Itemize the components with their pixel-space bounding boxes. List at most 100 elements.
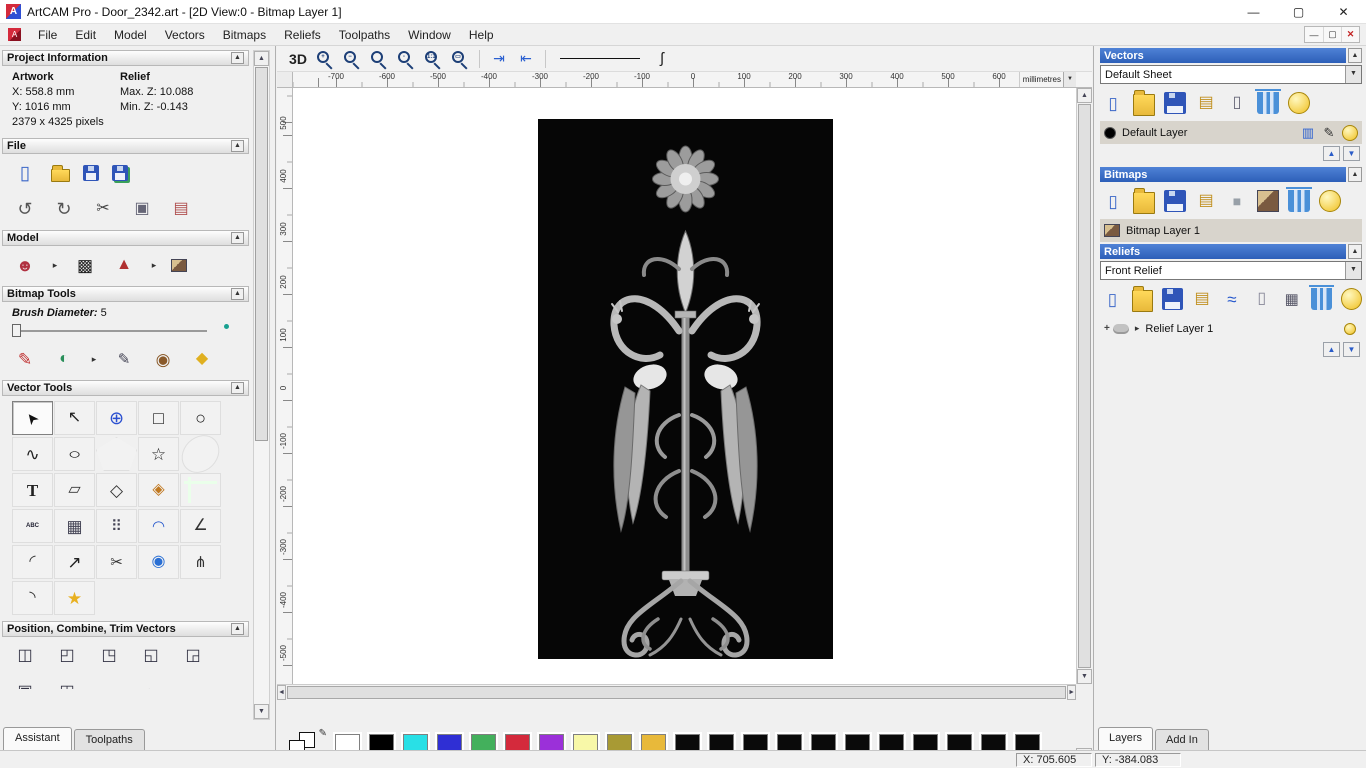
align-right-icon[interactable]: ◲ [180, 643, 206, 669]
star-wizard-tool[interactable]: ★ [54, 581, 95, 615]
blank-sheet-icon[interactable]: ▯ [1251, 288, 1272, 310]
sheet-stack-icon[interactable]: ▤ [1195, 92, 1217, 114]
sheet-dropdown[interactable]: Default Sheet ▼ [1100, 65, 1362, 84]
bitmap-stack-icon[interactable]: ▤ [1195, 190, 1217, 212]
delete-sheet-icon[interactable] [1255, 89, 1281, 114]
position-collapse-button[interactable]: ▲ [231, 623, 244, 635]
zoom-in-button[interactable]: + [314, 49, 336, 70]
scroll-right-button[interactable]: ► [1067, 685, 1076, 700]
bitmap-layer-row[interactable]: Bitmap Layer 1 [1100, 219, 1362, 242]
offset-vector-tool[interactable]: ◈ [138, 473, 179, 507]
scrollbar-thumb[interactable] [255, 67, 268, 442]
relief-wizard-icon[interactable]: ☻ [12, 252, 38, 278]
flood-fill-icon[interactable]: ◆ [189, 346, 215, 372]
paint-brush-icon[interactable]: ✎ [12, 346, 38, 372]
create-rectangle-tool[interactable]: □ [138, 401, 179, 435]
mdi-restore-button[interactable]: ▢ [1323, 27, 1341, 42]
reliefs-collapse-button[interactable]: ▲ [1348, 244, 1362, 259]
edit-layer-icon[interactable]: ✎ [1321, 125, 1337, 141]
delete-relief-icon[interactable] [1309, 285, 1334, 310]
grey-swatch-icon[interactable]: ■ [1226, 190, 1248, 212]
tab-assistant[interactable]: Assistant [3, 727, 72, 750]
dot-spacing-icon[interactable]: ∷ [96, 679, 122, 689]
block-paste-tool[interactable] [180, 473, 221, 507]
create-diamond-tool[interactable]: ◇ [96, 473, 137, 507]
copy-sheet-icon[interactable]: ▯ [1226, 92, 1248, 114]
align-left-icon[interactable]: ◰ [54, 643, 80, 669]
redo-icon[interactable]: ↻ [51, 196, 77, 222]
edit-colour-icon[interactable]: ✎ [319, 728, 327, 739]
line-width-preview[interactable] [560, 58, 640, 59]
scroll-up-button[interactable]: ▲ [254, 51, 269, 66]
create-ellipse-tool[interactable]: ○ [54, 437, 95, 471]
horizontal-scrollbar[interactable]: ◄ ► [277, 684, 1076, 700]
zoom-objects-button[interactable]: ⇥ [488, 49, 510, 69]
save-bitmap-icon[interactable] [1164, 190, 1186, 212]
undo-icon[interactable]: ↺ [12, 196, 38, 222]
zoom-box-button[interactable]: ▫ [395, 49, 417, 70]
paint-selective-icon[interactable]: ◐ [51, 346, 77, 372]
zoom-1to1-button[interactable]: 1:1 [422, 49, 444, 70]
zoom-out-button[interactable]: − [341, 49, 363, 70]
expander-icon[interactable]: ▸ [1135, 323, 1140, 334]
align-centers-icon[interactable]: ▣ [12, 679, 38, 690]
measure-tool[interactable]: ∠ [180, 509, 221, 543]
copy-icon[interactable]: ▣ [129, 196, 155, 222]
create-polygon-tool[interactable] [96, 437, 137, 471]
lighthouse-icon[interactable]: ▲ [111, 252, 137, 278]
vectors-collapse-button[interactable]: ▲ [1348, 48, 1362, 63]
relief-visibility-icon[interactable] [1340, 288, 1362, 310]
grid-tool[interactable]: ▦ [54, 509, 95, 543]
cut-icon[interactable]: ✂ [90, 196, 116, 222]
new-relief-layer-icon[interactable]: ▯ [1102, 288, 1123, 310]
zoom-limits-button[interactable]: ⇤ [515, 49, 537, 69]
open-bitmap-icon[interactable] [1133, 188, 1155, 214]
new-model-icon[interactable]: ▯ [12, 160, 38, 186]
units-dropdown-arrow-icon[interactable]: ▼ [1063, 72, 1076, 87]
save-model-icon[interactable] [83, 165, 99, 181]
center-in-page-icon[interactable]: ◫ [12, 643, 38, 669]
zoom-tool-button[interactable] [368, 49, 390, 70]
colour-palette-icon[interactable]: ◉ [150, 346, 176, 372]
save-copy-icon[interactable] [112, 165, 128, 181]
menu-toolpaths[interactable]: Toolpaths [330, 26, 399, 44]
left-panel-scrollbar[interactable]: ▲ ▼ [253, 50, 270, 720]
new-bitmap-layer-icon[interactable]: ▯ [1102, 190, 1124, 212]
open-relief-icon[interactable] [1131, 286, 1153, 312]
greyscale-view-icon[interactable]: ▩ [72, 252, 98, 278]
space-evenly-icon[interactable]: ◫ [54, 679, 80, 690]
save-sheet-icon[interactable] [1164, 92, 1186, 114]
tab-toolpaths[interactable]: Toolpaths [73, 729, 145, 750]
create-circle-tool[interactable]: ○ [180, 401, 221, 435]
create-star-tool[interactable]: ☆ [138, 437, 179, 471]
image-layer-icon[interactable] [1257, 190, 1279, 212]
menu-window[interactable]: Window [399, 26, 460, 44]
create-sphere-tool[interactable]: ◉ [138, 545, 179, 579]
select-vectors-tool[interactable]: ➤ [12, 401, 53, 435]
menu-bitmaps[interactable]: Bitmaps [214, 26, 275, 44]
bitmap-visibility-icon[interactable] [1319, 190, 1341, 212]
menu-vectors[interactable]: Vectors [156, 26, 214, 44]
arc-through-points-tool[interactable]: ◜ [12, 545, 53, 579]
scrollbar-thumb[interactable] [1078, 104, 1091, 668]
menu-reliefs[interactable]: Reliefs [275, 26, 330, 44]
scroll-down-button[interactable]: ▼ [1077, 669, 1092, 684]
project-info-collapse-button[interactable]: ▲ [231, 52, 244, 64]
scroll-left-button[interactable]: ◄ [277, 685, 286, 700]
nest-vectors-icon[interactable]: Nes [180, 679, 206, 690]
bitmaps-collapse-button[interactable]: ▲ [1348, 167, 1362, 182]
relief-dropdown[interactable]: Front Relief ▼ [1100, 261, 1362, 280]
nesting-dots-tool[interactable]: ⠿ [96, 509, 137, 543]
units-dropdown[interactable]: millimetres ▼ [1018, 72, 1076, 87]
layer-visibility-icon[interactable] [1342, 124, 1358, 141]
brush-diameter-slider[interactable] [10, 322, 237, 338]
delete-bitmap-icon[interactable] [1286, 187, 1312, 212]
relief-layer-row[interactable]: + ▸ Relief Layer 1 [1100, 317, 1362, 340]
vertical-scrollbar[interactable]: ▲ ▼ [1076, 88, 1092, 684]
create-text-tool[interactable]: T [12, 473, 53, 507]
file-collapse-button[interactable]: ▲ [231, 140, 244, 152]
zoom-fit-button[interactable]: ▭ [449, 49, 471, 70]
restore-button[interactable]: ▢ [1276, 0, 1321, 24]
scroll-down-button[interactable]: ▼ [254, 704, 269, 719]
text-block-tool[interactable]: ABC [12, 509, 53, 543]
